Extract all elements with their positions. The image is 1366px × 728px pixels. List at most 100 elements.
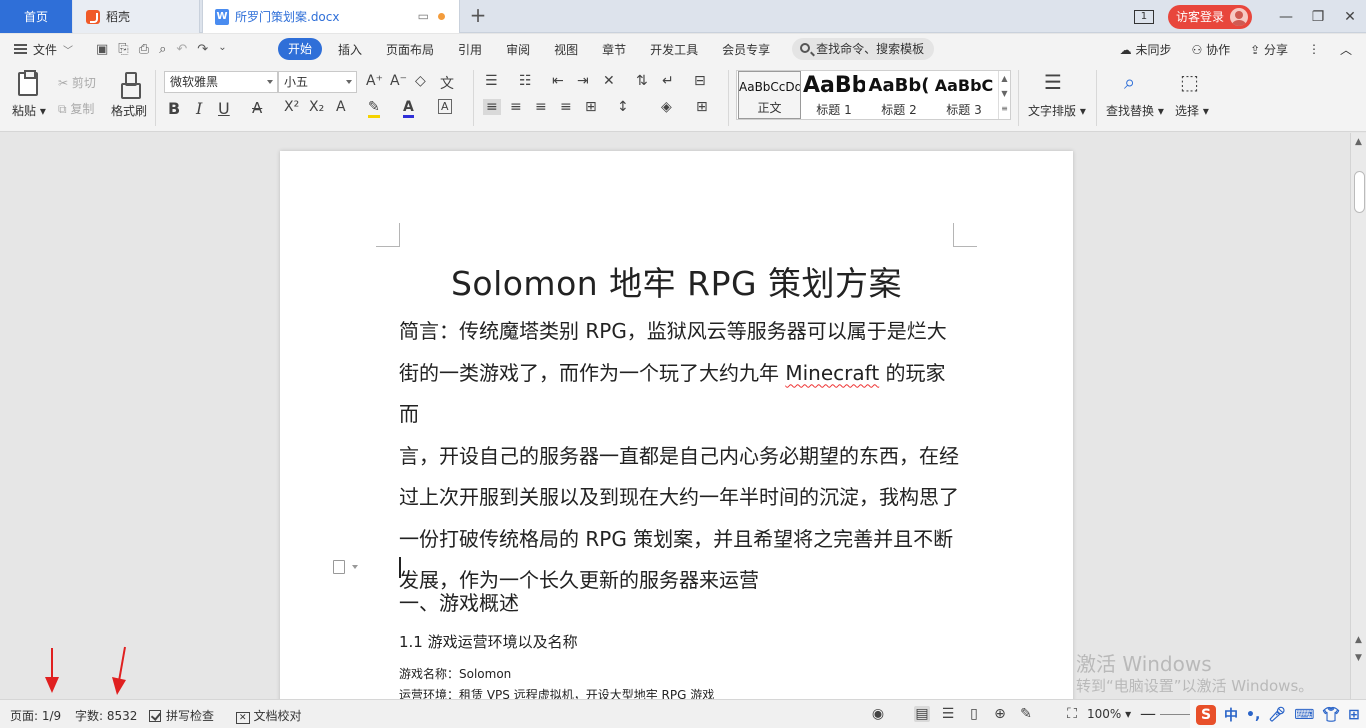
punctuation-icon[interactable]: •, — [1246, 707, 1260, 723]
print-preview-icon[interactable]: ⌕ — [159, 42, 166, 57]
grow-font-icon[interactable]: A⁺ — [366, 73, 383, 89]
document-title[interactable]: Solomon 地牢 RPG 策划方案 — [280, 257, 1073, 305]
environment-line[interactable]: 运营环境：租赁 VPS 远程虚拟机，开设大型地牢 RPG 游戏 — [399, 686, 714, 699]
show-marks-icon[interactable]: ↵ — [662, 73, 674, 89]
collapse-ribbon-icon[interactable]: ︿ — [1340, 41, 1352, 58]
select-button[interactable]: 选择 ▾ — [1175, 102, 1209, 119]
line-spacing-icon[interactable]: ↕ — [617, 99, 629, 115]
zoom-out-icon[interactable]: — — [1140, 704, 1156, 723]
tab-daoke[interactable]: 稻壳 — [73, 0, 200, 33]
borders-icon[interactable]: ⊞ — [696, 99, 708, 115]
outline-view-icon[interactable]: ☰ — [940, 706, 956, 722]
window-count-icon[interactable]: 1 — [1133, 9, 1154, 24]
format-painter-button[interactable]: 格式刷 — [111, 102, 147, 119]
paste-icon[interactable] — [18, 70, 38, 96]
doc-proof-button[interactable]: ✕ 文档校对 — [236, 707, 302, 724]
bullet-list-icon[interactable]: ☰ — [485, 73, 498, 89]
find-replace-button[interactable]: 查找替换 ▾ — [1106, 102, 1164, 119]
scroll-thumb[interactable] — [1354, 171, 1365, 213]
styles-scroll[interactable]: ▲ ▼ ≡ — [998, 71, 1010, 119]
align-center-icon[interactable]: ≡ — [510, 99, 522, 115]
menu-chapter[interactable]: 章节 — [590, 41, 638, 58]
eye-protection-icon[interactable]: ◉ — [870, 706, 886, 722]
bold-icon[interactable]: B — [168, 99, 180, 118]
align-left-icon[interactable]: ≡ — [483, 99, 501, 115]
underline-icon[interactable]: U — [218, 99, 230, 118]
menu-developer[interactable]: 开发工具 — [638, 41, 710, 58]
microphone-icon[interactable]: 🎤︎ — [1268, 707, 1286, 723]
vertical-scrollbar[interactable]: ▲ ▲ ▼ — [1350, 133, 1366, 699]
game-name-line[interactable]: 游戏名称：Solomon — [399, 665, 511, 682]
sort-icon[interactable]: ⇅ — [636, 73, 648, 89]
clear-format-icon[interactable]: ◇ — [415, 73, 426, 89]
strikethrough-icon[interactable]: A — [252, 99, 262, 117]
style-normal[interactable]: AaBbCcDd 正文 — [738, 71, 801, 119]
font-color-icon[interactable]: A — [403, 99, 414, 118]
redo-icon[interactable]: ↷ — [197, 42, 208, 57]
style-heading-1[interactable]: AaBb 标题 1 — [803, 71, 865, 119]
shrink-font-icon[interactable]: A⁻ — [390, 73, 407, 89]
subscript-icon[interactable]: X₂ — [309, 99, 324, 115]
find-replace-icon[interactable]: ⌕ — [1124, 70, 1135, 94]
heading-2[interactable]: 1.1 游戏运营环境以及名称 — [399, 631, 578, 652]
text-layout-button[interactable]: 文字排版 ▾ — [1028, 102, 1086, 119]
minimize-button[interactable]: — — [1270, 9, 1302, 25]
print-icon[interactable]: ⎙ — [139, 42, 149, 57]
style-heading-3[interactable]: AaBbC 标题 3 — [933, 71, 995, 119]
document-page[interactable]: Solomon 地牢 RPG 策划方案 简言：传统魔塔类别 RPG，监狱风云等服… — [280, 151, 1073, 699]
zoom-level[interactable]: 100% ▾ — [1087, 707, 1131, 721]
word-count[interactable]: 字数: 8532 — [75, 707, 137, 724]
file-menu[interactable]: 文件 ﹀ — [0, 41, 88, 58]
paragraph-handle-icon[interactable] — [333, 560, 345, 574]
highlight-icon[interactable]: ✎ — [368, 99, 380, 118]
document-workspace[interactable]: Solomon 地牢 RPG 策划方案 简言：传统魔塔类别 RPG，监狱风云等服… — [0, 133, 1350, 699]
table-tools-icon[interactable]: ⊟ — [694, 73, 706, 89]
style-heading-2[interactable]: AaBb( 标题 2 — [867, 71, 931, 119]
sogou-ime-icon[interactable]: S — [1196, 704, 1216, 725]
intro-paragraph[interactable]: 简言：传统魔塔类别 RPG，监狱风云等服务器可以属于是烂大 街的一类游戏了，而作… — [399, 311, 959, 602]
menu-references[interactable]: 引用 — [446, 41, 494, 58]
increase-indent-icon[interactable]: ⇥ — [577, 73, 589, 89]
guest-login-button[interactable]: 访客登录 — [1167, 4, 1252, 29]
cut-button[interactable]: ✂ 剪切 — [58, 74, 96, 91]
menu-review[interactable]: 审阅 — [494, 41, 542, 58]
scroll-up-icon[interactable]: ▲ — [1355, 635, 1362, 645]
collaborate-button[interactable]: ⚇ 协作 — [1191, 41, 1230, 58]
numbered-list-icon[interactable]: ☷ — [519, 73, 532, 89]
select-icon[interactable]: ⬚ — [1180, 70, 1199, 94]
skin-icon[interactable]: 👕︎ — [1322, 707, 1340, 723]
chevron-down-icon[interactable] — [352, 565, 358, 569]
command-search[interactable]: 查找命令、搜索模板 — [792, 38, 935, 60]
italic-icon[interactable]: I — [196, 99, 202, 118]
decrease-indent-icon[interactable]: ⇤ — [552, 73, 564, 89]
fit-page-icon[interactable]: ⛶ — [1064, 706, 1080, 722]
scroll-down-icon[interactable]: ▼ — [1355, 653, 1362, 663]
keyboard-icon[interactable]: ⌨ — [1294, 707, 1314, 723]
menu-page-layout[interactable]: 页面布局 — [374, 41, 446, 58]
undo-icon[interactable]: ↶ — [176, 42, 187, 57]
unsaved-dot-icon[interactable] — [438, 12, 445, 20]
monitor-icon[interactable]: ▭ — [418, 9, 429, 23]
menu-member[interactable]: 会员专享 — [710, 41, 782, 58]
phonetic-guide-icon[interactable]: 文 — [440, 73, 454, 93]
save-icon[interactable]: ▣ — [96, 42, 108, 57]
scroll-up-icon[interactable]: ▲ — [1355, 137, 1362, 147]
share-button[interactable]: ⇪ 分享 — [1250, 41, 1288, 58]
format-painter-icon[interactable] — [120, 72, 141, 99]
char-border-icon[interactable]: A — [438, 99, 452, 114]
page-view-icon[interactable]: ▤ — [914, 706, 930, 722]
tab-home[interactable]: 首页 — [0, 0, 72, 33]
shading-icon[interactable]: ◈ — [661, 99, 672, 115]
align-right-icon[interactable]: ≡ — [535, 99, 547, 115]
toolbox-icon[interactable]: ⊞ — [1348, 707, 1360, 723]
text-layout-icon[interactable]: ☰ — [1044, 70, 1062, 94]
text-effect-icon[interactable]: A — [336, 99, 346, 115]
reading-view-icon[interactable]: ▯ — [966, 706, 982, 722]
copy-button[interactable]: ⧉ 复制 — [58, 100, 94, 117]
superscript-icon[interactable]: X² — [284, 99, 299, 115]
sync-status[interactable]: ☁ 未同步 — [1120, 41, 1172, 58]
font-size-select[interactable]: 小五 — [278, 71, 357, 93]
spell-check-button[interactable]: 拼写检查 — [149, 707, 214, 724]
menu-insert[interactable]: 插入 — [326, 41, 374, 58]
chinese-layout-icon[interactable]: ✕ — [603, 73, 615, 89]
